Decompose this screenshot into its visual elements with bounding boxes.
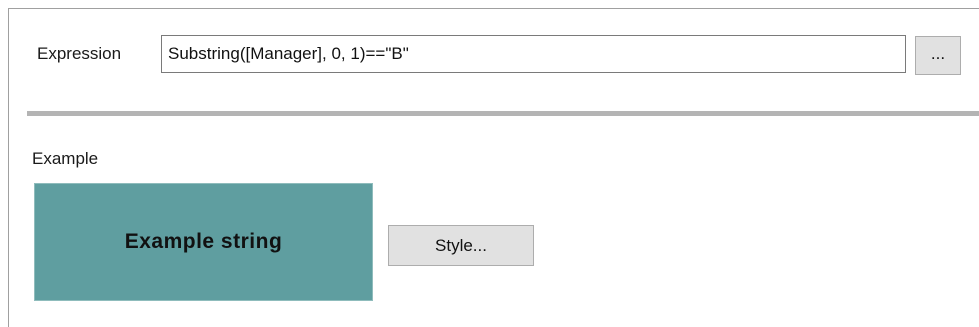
condition-panel: Expression ... Example Example string St…	[0, 0, 979, 327]
expression-label: Expression	[37, 44, 122, 63]
expression-input[interactable]	[161, 35, 906, 73]
expression-browse-button[interactable]: ...	[915, 36, 961, 75]
panel-border-left	[8, 8, 9, 327]
example-preview: Example string	[34, 183, 373, 301]
section-separator	[27, 111, 979, 116]
panel-border-top	[8, 8, 979, 9]
example-label: Example	[32, 149, 99, 168]
style-button[interactable]: Style...	[388, 225, 534, 266]
example-preview-text: Example string	[124, 230, 283, 253]
